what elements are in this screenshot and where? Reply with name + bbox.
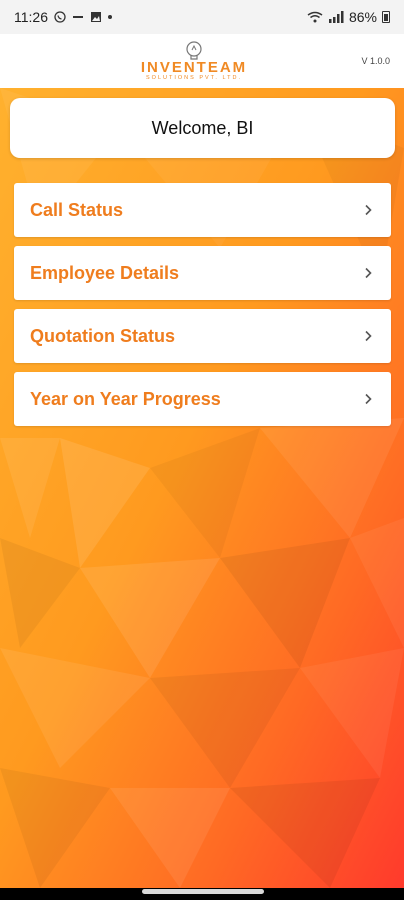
whatsapp-icon: [54, 11, 66, 23]
home-gesture-handle[interactable]: [142, 889, 264, 894]
status-left: 11:26: [14, 9, 112, 25]
app-header: INVENTEAM SOLUTIONS PVT. LTD. V 1.0.0: [0, 34, 404, 88]
menu-item-label: Call Status: [30, 199, 124, 220]
logo-subtext: SOLUTIONS PVT. LTD.: [146, 75, 242, 81]
chevron-right-icon: [361, 203, 375, 217]
chevron-right-icon: [361, 266, 375, 280]
battery-icon: [382, 11, 390, 23]
menu-item-label: Employee Details: [30, 262, 180, 283]
app-version: V 1.0.0: [361, 56, 390, 66]
menu-item-quotation-status[interactable]: Quotation Status: [14, 309, 391, 363]
battery-percent: 86%: [348, 9, 377, 25]
menu-item-label: Quotation Status: [30, 325, 175, 346]
image-icon: [90, 11, 102, 23]
chevron-right-icon: [361, 329, 375, 343]
signal-icon: [328, 11, 344, 23]
welcome-text: Welcome, BI: [151, 117, 254, 138]
minus-icon: [72, 11, 84, 23]
status-bar: 11:26 86%: [0, 0, 404, 34]
menu-item-year-on-year-progress[interactable]: Year on Year Progress: [14, 372, 391, 426]
status-time: 11:26: [14, 9, 48, 25]
chevron-right-icon: [361, 392, 375, 406]
status-right: 86%: [307, 9, 390, 25]
menu-item-employee-details[interactable]: Employee Details: [14, 246, 391, 300]
company-logo: INVENTEAM SOLUTIONS PVT. LTD.: [138, 40, 250, 84]
wifi-icon: [307, 11, 323, 23]
menu-item-call-status[interactable]: Call Status: [14, 183, 391, 237]
logo-text: INVENTEAM: [140, 59, 248, 76]
dot-icon: [108, 15, 112, 19]
welcome-card: Welcome, BI: [10, 98, 395, 158]
app-screen: 11:26 86% INVENTEAM SOLUTIONS PVT. LTD. …: [0, 0, 404, 900]
menu-item-label: Year on Year Progress: [30, 388, 221, 409]
